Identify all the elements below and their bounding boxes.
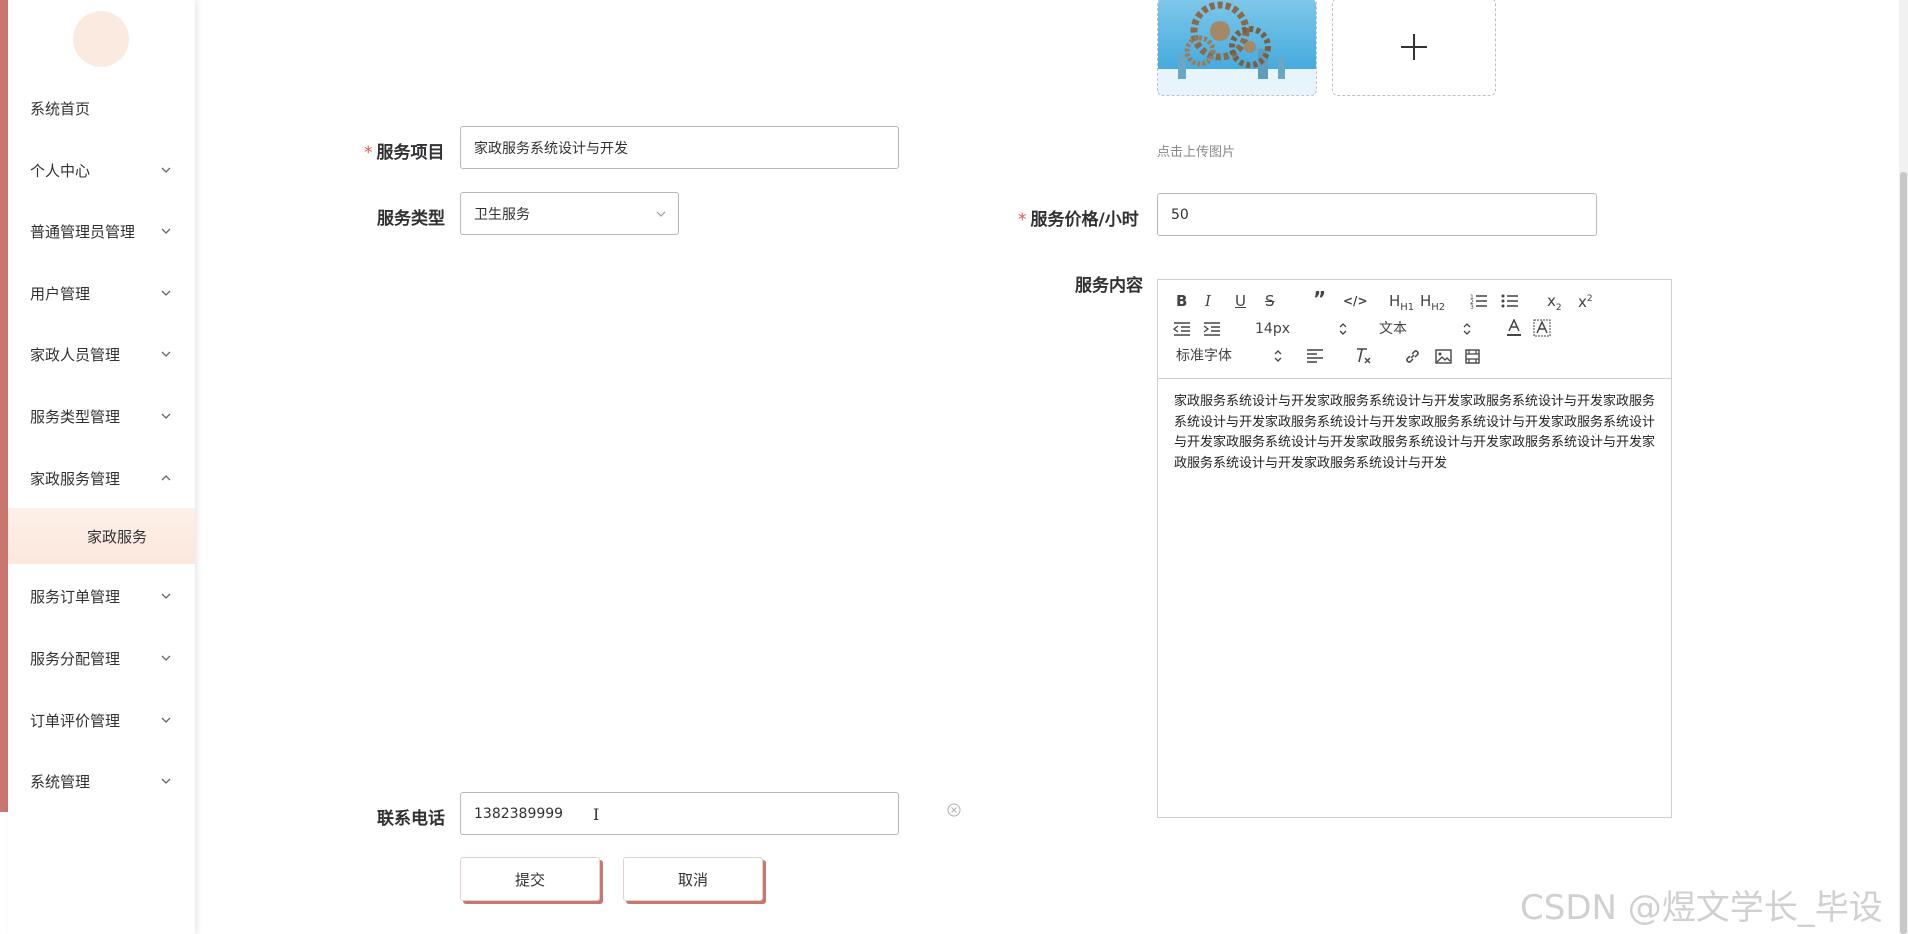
- chevron-down-icon: [161, 290, 171, 296]
- clear-circle-icon[interactable]: [947, 803, 961, 817]
- chevron-down-icon: [656, 211, 666, 217]
- chevron-down-icon: [161, 593, 171, 599]
- sidebar-item-label: 服务订单管理: [30, 587, 121, 606]
- sidebar-item-staff-management[interactable]: 家政人员管理: [8, 334, 195, 374]
- rich-text-editor[interactable]: B I U S ” </> HH1 HH2 123 x2 x2 14px 文本: [1157, 279, 1672, 818]
- upload-hint: 点击上传图片: [1157, 145, 1236, 160]
- editor-content[interactable]: 家政服务系统设计与开发家政服务系统设计与开发家政服务系统设计与开发家政服务系统设…: [1174, 392, 1664, 474]
- submit-button[interactable]: 提交: [460, 857, 600, 901]
- sidebar-item-label: 系统管理: [30, 772, 91, 791]
- service-type-label: 服务类型: [377, 209, 445, 229]
- text-cursor-icon: I: [593, 805, 600, 824]
- uploaded-image-thumbnail[interactable]: [1157, 0, 1317, 96]
- content-label: 服务内容: [1075, 276, 1143, 296]
- strikethrough-icon[interactable]: S: [1265, 292, 1275, 310]
- upload-image-button[interactable]: [1332, 0, 1496, 96]
- chevron-up-icon: [161, 475, 171, 481]
- chevron-down-icon: [161, 228, 171, 234]
- chevron-down-icon: [161, 655, 171, 661]
- sidebar-item-label: 用户管理: [30, 284, 91, 303]
- avatar[interactable]: [73, 11, 129, 67]
- sidebar-item-label: 家政人员管理: [30, 345, 121, 364]
- video-icon[interactable]: [1465, 349, 1480, 364]
- price-label: * 服务价格/小时: [1018, 210, 1139, 230]
- required-mark: *: [364, 143, 373, 163]
- service-item-label: * 服务项目: [364, 143, 445, 163]
- sidebar-item-label: 个人中心: [30, 161, 91, 180]
- sidebar-item-user-management[interactable]: 用户管理: [8, 273, 195, 313]
- select-arrows-icon: [1463, 323, 1471, 335]
- bullet-list-icon[interactable]: [1501, 293, 1519, 309]
- align-left-icon[interactable]: [1306, 348, 1324, 364]
- sidebar-item-admin-management[interactable]: 普通管理员管理: [8, 211, 195, 251]
- sidebar-item-home[interactable]: 系统首页: [8, 88, 195, 128]
- chevron-down-icon: [161, 413, 171, 419]
- outdent-icon[interactable]: [1173, 321, 1191, 336]
- scrollbar-thumb[interactable]: [1900, 172, 1907, 934]
- sidebar-item-label: 系统首页: [30, 99, 91, 118]
- code-block-icon[interactable]: </>: [1343, 292, 1368, 310]
- subscript-icon[interactable]: x2: [1547, 292, 1562, 317]
- sidebar-accent-stripe: [0, 0, 8, 812]
- font-family-select[interactable]: 标准字体: [1176, 347, 1282, 365]
- image-icon[interactable]: [1435, 349, 1452, 364]
- link-icon[interactable]: [1404, 348, 1421, 365]
- sidebar-item-label: 服务分配管理: [30, 649, 121, 668]
- page-scrollbar[interactable]: [1899, 0, 1908, 934]
- superscript-icon[interactable]: x2: [1578, 290, 1593, 311]
- sidebar-item-review-management[interactable]: 订单评价管理: [8, 700, 195, 740]
- chevron-down-icon: [161, 351, 171, 357]
- sidebar-item-label: 家政服务管理: [30, 469, 121, 488]
- gears-image: [1158, 0, 1316, 95]
- select-arrows-icon: [1339, 323, 1347, 335]
- heading-2-icon[interactable]: HH2: [1420, 292, 1445, 317]
- service-item-input[interactable]: 家政服务系统设计与开发: [460, 126, 899, 169]
- font-color-icon[interactable]: [1506, 319, 1522, 337]
- underline-icon[interactable]: U: [1235, 292, 1246, 310]
- header-select[interactable]: 文本: [1379, 320, 1471, 338]
- select-arrows-icon: [1274, 350, 1282, 362]
- sidebar-item-label: 普通管理员管理: [30, 222, 136, 241]
- sidebar-item-assignment-management[interactable]: 服务分配管理: [8, 638, 195, 678]
- watermark: CSDN @煜文学长_毕设: [1520, 888, 1883, 928]
- sidebar-item-system-management[interactable]: 系统管理: [8, 761, 195, 801]
- sidebar-item-label: 订单评价管理: [30, 711, 121, 730]
- heading-1-icon[interactable]: HH1: [1389, 292, 1414, 317]
- sidebar-item-order-management[interactable]: 服务订单管理: [8, 576, 195, 616]
- background-color-icon[interactable]: [1533, 319, 1551, 337]
- sidebar-subitem-label: 家政服务: [87, 527, 148, 546]
- sidebar-item-service-management[interactable]: 家政服务管理: [8, 458, 195, 498]
- sidebar: 系统首页 个人中心 普通管理员管理 用户管理 家政人员管理 服务类型管理 家政服…: [8, 0, 195, 934]
- ordered-list-icon[interactable]: 123: [1470, 293, 1488, 309]
- chevron-down-icon: [161, 778, 171, 784]
- plus-icon: [1401, 34, 1427, 60]
- chevron-down-icon: [161, 167, 171, 173]
- cancel-button[interactable]: 取消: [623, 857, 763, 901]
- sidebar-subitem-service[interactable]: 家政服务: [8, 508, 195, 564]
- indent-icon[interactable]: [1203, 321, 1221, 336]
- phone-input[interactable]: 1382389999 I: [460, 792, 899, 835]
- required-mark: *: [1018, 210, 1027, 230]
- sidebar-item-personal-center[interactable]: 个人中心: [8, 150, 195, 190]
- price-input[interactable]: 50: [1157, 193, 1597, 236]
- sidebar-item-service-type-management[interactable]: 服务类型管理: [8, 396, 195, 436]
- font-size-select[interactable]: 14px: [1255, 320, 1347, 338]
- italic-icon[interactable]: I: [1205, 292, 1211, 310]
- editor-toolbar: B I U S ” </> HH1 HH2 123 x2 x2 14px 文本: [1158, 280, 1671, 379]
- service-type-select[interactable]: 卫生服务: [460, 192, 679, 235]
- phone-label: 联系电话: [377, 809, 445, 829]
- clear-format-icon[interactable]: [1354, 347, 1372, 365]
- bold-icon[interactable]: B: [1176, 292, 1187, 310]
- blockquote-icon[interactable]: ”: [1313, 289, 1326, 309]
- svg-text:3: 3: [1470, 304, 1474, 309]
- sidebar-item-label: 服务类型管理: [30, 407, 121, 426]
- chevron-down-icon: [161, 717, 171, 723]
